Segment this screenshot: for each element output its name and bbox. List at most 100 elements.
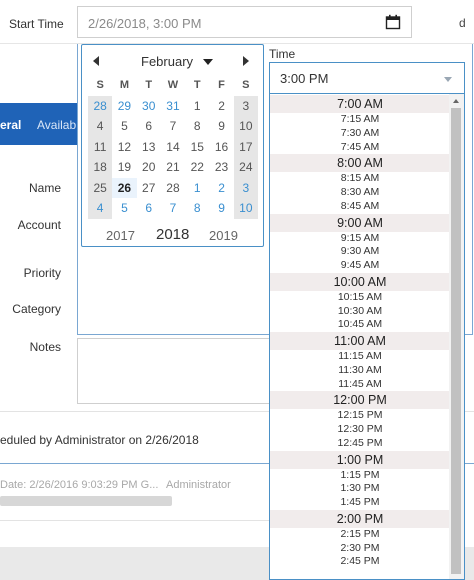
time-option[interactable]: 10:15 AM	[270, 291, 450, 305]
time-option[interactable]: 1:45 PM	[270, 496, 450, 510]
time-option-hour[interactable]: 11:00 AM	[270, 332, 450, 350]
calendar-day[interactable]: 14	[161, 137, 185, 158]
calendar-week: 28 29 30 31 1 2 3	[88, 95, 258, 117]
time-option[interactable]: 7:45 AM	[270, 141, 450, 155]
time-option[interactable]: 9:15 AM	[270, 232, 450, 246]
time-option[interactable]: 1:30 PM	[270, 482, 450, 496]
weekday-label: T	[193, 79, 201, 91]
calendar-day[interactable]: 20	[137, 157, 161, 178]
calendar-day[interactable]: 22	[185, 157, 209, 178]
calendar-day[interactable]: 1	[185, 178, 209, 199]
time-option[interactable]: 11:15 AM	[270, 350, 450, 364]
time-option[interactable]: 11:45 AM	[270, 378, 450, 392]
history-date: Date: 2/26/2016 9:03:29 PM G...	[0, 479, 159, 491]
year-current[interactable]: 2018	[156, 226, 189, 243]
time-option-hour[interactable]: 2:00 PM	[270, 509, 450, 528]
calendar-day[interactable]: 9	[209, 116, 233, 137]
month-dropdown-icon[interactable]	[203, 59, 213, 65]
time-option[interactable]: 12:15 PM	[270, 409, 450, 423]
calendar-day[interactable]: 29	[112, 96, 136, 117]
time-option[interactable]: 2:15 PM	[270, 528, 450, 542]
calendar-day[interactable]: 7	[161, 198, 185, 219]
month-label[interactable]: February	[141, 54, 193, 69]
time-option-hour[interactable]: 9:00 AM	[270, 213, 450, 232]
calendar-day[interactable]: 6	[137, 198, 161, 219]
calendar-day[interactable]: 27	[137, 178, 161, 199]
calendar-day[interactable]: 2	[209, 96, 233, 117]
calendar-day[interactable]: 25	[88, 177, 113, 198]
time-option[interactable]: 12:45 PM	[270, 437, 450, 451]
year-prev[interactable]: 2017	[106, 228, 135, 243]
time-option-hour[interactable]: 10:00 AM	[270, 272, 450, 291]
time-select[interactable]: 3:00 PM	[269, 62, 465, 94]
calendar-day[interactable]: 3	[233, 177, 258, 198]
calendar-day[interactable]: 5	[112, 198, 136, 219]
time-option[interactable]: 10:45 AM	[270, 318, 450, 332]
calendar-day[interactable]: 7	[161, 116, 185, 137]
calendar-day[interactable]: 8	[185, 198, 209, 219]
time-option[interactable]: 7:15 AM	[270, 113, 450, 127]
scheduled-by-text: eduled by Administrator on 2/26/2018	[0, 433, 199, 447]
scroll-thumb[interactable]	[451, 108, 461, 574]
calendar-day[interactable]: 31	[161, 96, 185, 117]
calendar-day[interactable]: 28	[88, 95, 113, 116]
calendar-day[interactable]: 13	[137, 137, 161, 158]
time-list-scrollbar[interactable]	[449, 94, 464, 579]
year-selector: 2017 2018 2019	[88, 225, 258, 245]
time-option[interactable]: 1:15 PM	[270, 469, 450, 483]
time-option[interactable]: 9:45 AM	[270, 259, 450, 273]
prev-month-icon[interactable]	[93, 56, 99, 66]
calendar-week: 4 5 6 7 8 9 10	[88, 198, 258, 219]
calendar-day[interactable]: 16	[209, 137, 233, 158]
time-option[interactable]: 7:30 AM	[270, 127, 450, 141]
calendar-day[interactable]: 19	[112, 157, 136, 178]
start-time-input[interactable]: 2/26/2018, 3:00 PM	[77, 6, 412, 38]
calendar-day[interactable]: 21	[161, 157, 185, 178]
calendar-day[interactable]: 30	[137, 96, 161, 117]
calendar-day[interactable]: 12	[112, 137, 136, 158]
time-option-hour[interactable]: 8:00 AM	[270, 154, 450, 173]
time-option[interactable]: 10:30 AM	[270, 305, 450, 319]
calendar-day[interactable]: 1	[185, 96, 209, 117]
year-next[interactable]: 2019	[209, 228, 238, 243]
calendar-day[interactable]: 10	[233, 116, 258, 137]
calendar-day[interactable]: 4	[88, 198, 113, 219]
time-option[interactable]: 8:45 AM	[270, 200, 450, 214]
notes-textarea[interactable]	[77, 338, 277, 404]
calendar-day[interactable]: 8	[185, 116, 209, 137]
calendar-week: 11 12 13 14 15 16 17	[88, 136, 258, 158]
time-option[interactable]: 11:30 AM	[270, 364, 450, 378]
time-option[interactable]: 9:30 AM	[270, 245, 450, 259]
calendar-day[interactable]: 9	[209, 198, 233, 219]
calendar-day[interactable]: 23	[209, 157, 233, 178]
time-option[interactable]: 8:30 AM	[270, 186, 450, 200]
time-option[interactable]: 12:30 PM	[270, 423, 450, 437]
calendar-day[interactable]: 28	[161, 178, 185, 199]
calendar-day[interactable]: 2	[209, 178, 233, 199]
calendar-day[interactable]: 11	[88, 136, 113, 157]
calendar-day[interactable]: 4	[88, 116, 113, 137]
calendar-icon[interactable]	[385, 14, 401, 30]
time-option-hour[interactable]: 7:00 AM	[270, 95, 450, 113]
time-option[interactable]: 8:15 AM	[270, 172, 450, 186]
scroll-up-icon[interactable]	[453, 99, 459, 103]
calendar-day[interactable]: 18	[88, 157, 113, 178]
calendar-day[interactable]: 15	[185, 137, 209, 158]
time-option[interactable]: 2:30 PM	[270, 542, 450, 556]
time-option-hour[interactable]: 1:00 PM	[270, 450, 450, 469]
calendar-day[interactable]: 10	[233, 198, 258, 219]
calendar-day[interactable]: 26	[112, 177, 137, 198]
time-option[interactable]: 2:45 PM	[270, 555, 450, 569]
calendar-day[interactable]: 5	[112, 116, 136, 137]
calendar-day[interactable]: 6	[137, 116, 161, 137]
calendar-day[interactable]: 3	[233, 95, 258, 116]
next-month-icon[interactable]	[243, 56, 249, 66]
tab-general[interactable]: eral	[0, 118, 21, 132]
chevron-down-icon[interactable]	[444, 77, 452, 82]
calendar-day[interactable]: 17	[233, 136, 258, 157]
tab-availability[interactable]: Availab	[37, 118, 77, 132]
time-option-hour[interactable]: 12:00 PM	[270, 391, 450, 410]
date-picker: February S M T W T F S 28 29 30 31 1 2 3 4 5 6 7 8 9 10 11 12 1…	[81, 44, 264, 247]
history-scrollbar[interactable]	[0, 496, 172, 506]
calendar-day[interactable]: 24	[233, 157, 258, 178]
